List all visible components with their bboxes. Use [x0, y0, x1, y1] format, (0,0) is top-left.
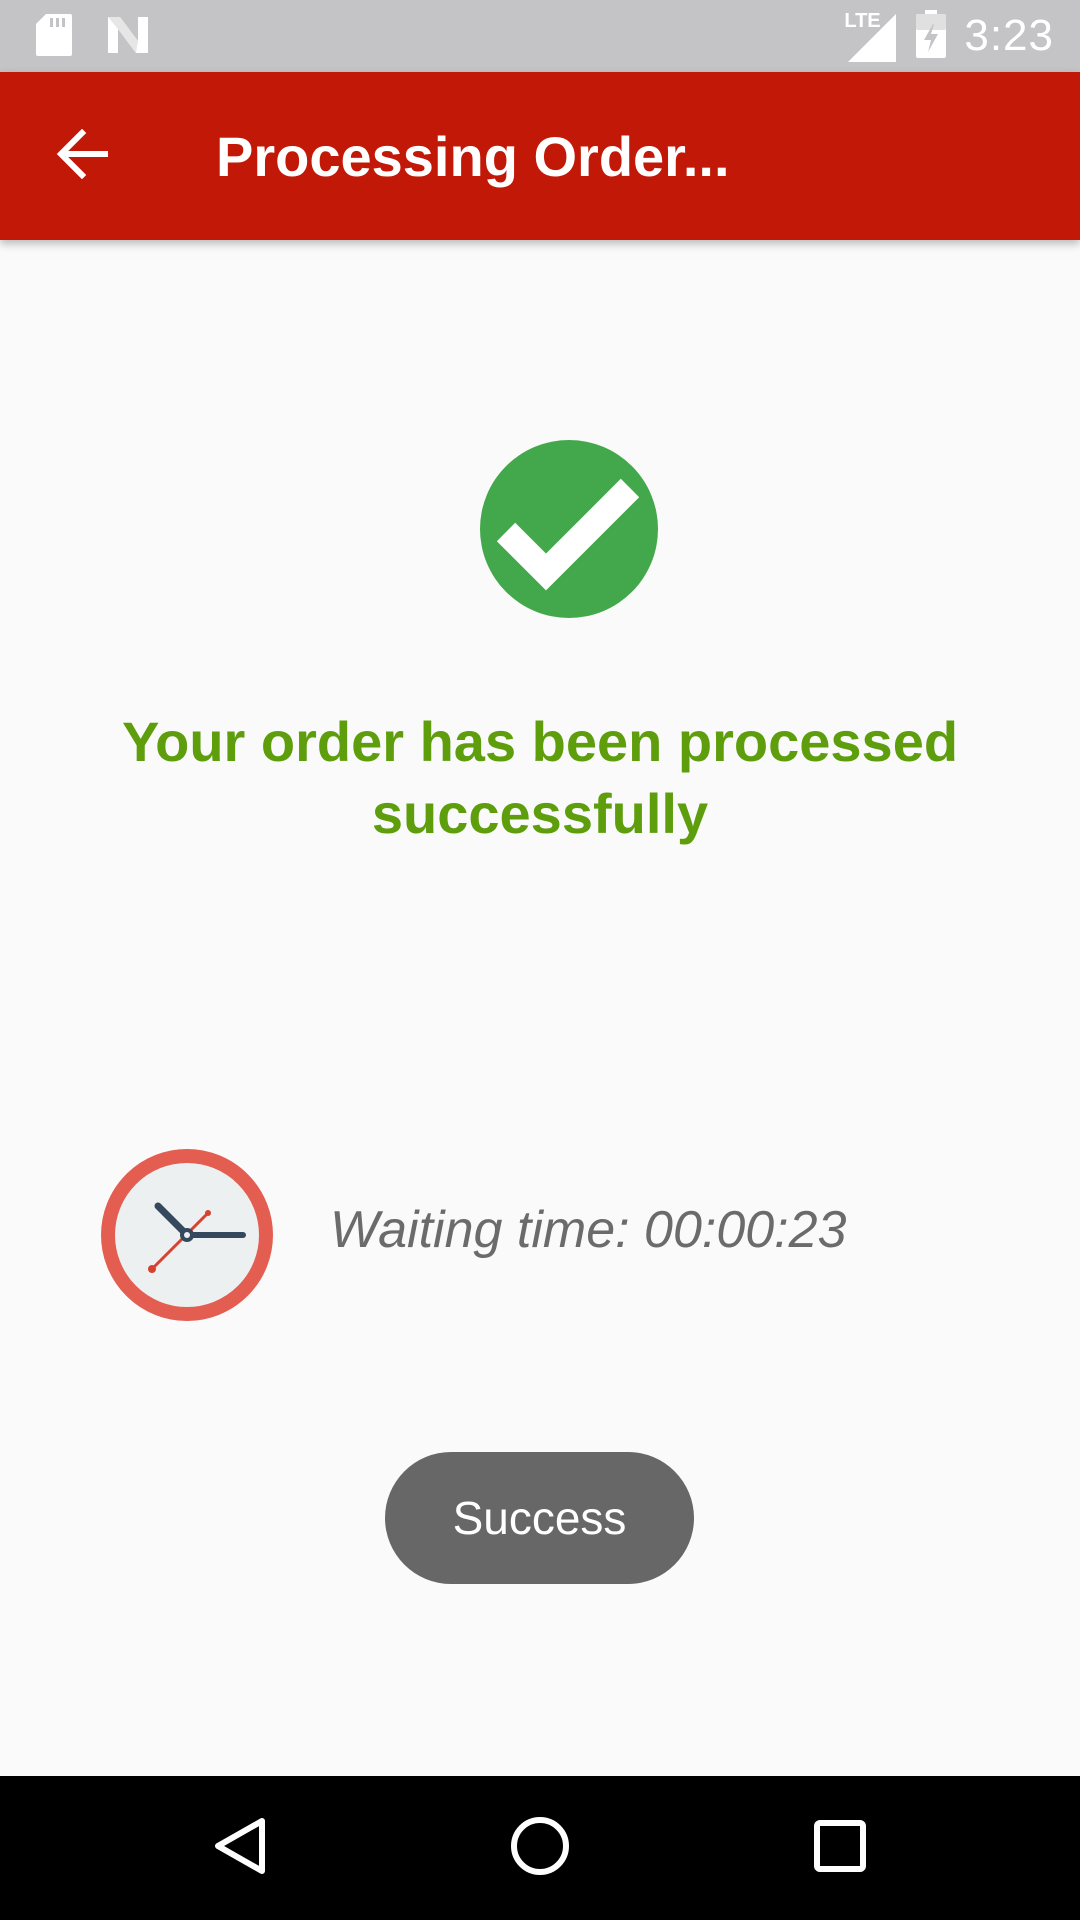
check-circle-icon — [480, 440, 658, 618]
lte-signal-icon: LTE — [844, 8, 898, 64]
nav-recents-button[interactable] — [794, 1802, 886, 1894]
status-right-icons: LTE 3:23 — [844, 8, 1054, 64]
status-clock: 3:23 — [964, 11, 1054, 60]
nav-home-button[interactable] — [494, 1802, 586, 1894]
battery-charging-icon — [916, 9, 947, 63]
back-button[interactable] — [46, 118, 122, 194]
nav-back-icon — [212, 1816, 268, 1881]
success-message: Your order has been processed successful… — [121, 710, 959, 845]
nav-back-button[interactable] — [194, 1802, 286, 1894]
waiting-time-text: Waiting time: 00:00:23 — [330, 1201, 847, 1259]
app-bar: Processing Order... — [0, 72, 1080, 240]
status-bar: LTE 3:23 — [0, 0, 1080, 72]
screen: LTE 3:23 Processing Order... Your order … — [0, 0, 1080, 1920]
sd-card-icon — [36, 14, 72, 61]
nav-home-icon — [509, 1815, 571, 1882]
success-button[interactable]: Success — [385, 1452, 694, 1584]
status-left-icons — [36, 14, 150, 61]
lte-label: LTE — [844, 10, 881, 32]
n-notification-icon — [106, 15, 150, 60]
nav-recents-icon — [813, 1819, 867, 1878]
clock-icon — [100, 1148, 274, 1322]
page-title: Processing Order... — [216, 125, 730, 188]
navigation-bar — [0, 1776, 1080, 1920]
arrow-back-icon — [56, 128, 112, 184]
